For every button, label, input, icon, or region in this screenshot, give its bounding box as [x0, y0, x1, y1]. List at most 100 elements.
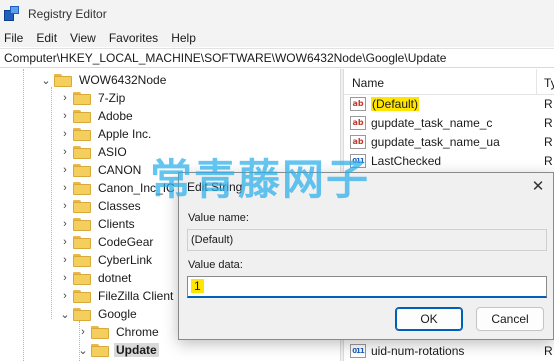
- value-name: gupdate_task_name_c: [371, 115, 493, 130]
- value-type: R: [544, 115, 553, 130]
- chevron-right-icon[interactable]: ›: [59, 143, 71, 161]
- folder-icon: [73, 217, 91, 231]
- value-name: uid-num-rotations: [371, 343, 465, 358]
- chevron-right-icon[interactable]: ›: [77, 323, 89, 341]
- folder-icon: [73, 235, 91, 249]
- value-name-field: (Default): [187, 229, 547, 251]
- edit-string-dialog: Edit String ✕ Value name: (Default) Valu…: [178, 172, 554, 340]
- close-icon[interactable]: ✕: [523, 173, 553, 199]
- tree-item-label: CodeGear: [98, 235, 154, 249]
- tree-item-label: Chrome: [116, 325, 159, 339]
- tree-item-canon-inc-ic[interactable]: › Canon_Inc_IC: [59, 179, 177, 197]
- folder-icon: [73, 271, 91, 285]
- tree-item-label: Adobe: [98, 109, 133, 123]
- folder-icon: [73, 199, 91, 213]
- menu-favorites[interactable]: Favorites: [109, 31, 158, 45]
- column-header-type[interactable]: Ty: [544, 76, 554, 90]
- chevron-right-icon[interactable]: ›: [59, 215, 71, 233]
- value-name: LastChecked: [371, 153, 442, 168]
- tree-item-label: Update: [114, 343, 159, 357]
- tree-item-filezilla[interactable]: › FileZilla Client: [59, 287, 175, 305]
- tree-item-dotnet[interactable]: › dotnet: [59, 269, 133, 287]
- tree-item-label: CyberLink: [98, 253, 153, 267]
- value-type: R: [544, 134, 553, 149]
- tree-item-cyberlink[interactable]: › CyberLink: [59, 251, 154, 269]
- chevron-right-icon[interactable]: ›: [59, 197, 71, 215]
- value-type: R: [544, 153, 553, 168]
- menu-view[interactable]: View: [70, 31, 96, 45]
- list-header: Name Ty: [344, 69, 554, 95]
- tree-item-apple[interactable]: › Apple Inc.: [59, 125, 153, 143]
- value-data-label: Value data:: [188, 259, 243, 271]
- address-bar[interactable]: Computer\HKEY_LOCAL_MACHINE\SOFTWARE\WOW…: [0, 48, 554, 68]
- window-title: Registry Editor: [28, 7, 107, 21]
- value-name-label: Value name:: [188, 212, 249, 224]
- string-value-icon: ab: [350, 134, 366, 149]
- chevron-right-icon[interactable]: ›: [59, 125, 71, 143]
- folder-icon: [91, 343, 109, 357]
- chevron-right-icon[interactable]: ›: [59, 107, 71, 125]
- tree-item-7zip[interactable]: › 7-Zip: [59, 89, 127, 107]
- tree-item-label: WOW6432Node: [79, 73, 167, 87]
- registry-editor-icon: [4, 6, 20, 22]
- chevron-right-icon[interactable]: ›: [59, 179, 71, 197]
- tree-item-label: Canon_Inc_IC: [98, 181, 175, 195]
- tree-item-adobe[interactable]: › Adobe: [59, 107, 135, 125]
- folder-icon: [73, 91, 91, 105]
- column-header-name[interactable]: Name: [352, 76, 384, 90]
- column-divider[interactable]: [536, 69, 537, 95]
- title-bar: Registry Editor: [0, 0, 554, 28]
- folder-icon: [73, 145, 91, 159]
- tree-item-chrome[interactable]: › Chrome: [77, 323, 161, 341]
- chevron-right-icon[interactable]: ›: [59, 287, 71, 305]
- tree-item-label: ASIO: [98, 145, 127, 159]
- value-row-lastchecked[interactable]: 011 LastChecked R: [344, 151, 554, 170]
- value-row-uid-num-rotations[interactable]: 011 uid-num-rotations R: [344, 341, 554, 360]
- tree-item-label: FileZilla Client: [98, 289, 174, 303]
- chevron-down-icon[interactable]: ⌄: [59, 305, 71, 323]
- folder-icon: [73, 109, 91, 123]
- chevron-right-icon[interactable]: ›: [59, 161, 71, 179]
- chevron-right-icon[interactable]: ›: [59, 251, 71, 269]
- folder-icon: [91, 325, 109, 339]
- ok-button[interactable]: OK: [395, 307, 463, 331]
- value-row-default[interactable]: ab (Default) R: [344, 94, 554, 113]
- value-row-gupdate-ua[interactable]: ab gupdate_task_name_ua R: [344, 132, 554, 151]
- value-data-input[interactable]: 1: [187, 276, 547, 298]
- binary-value-icon: 011: [350, 343, 366, 358]
- tree-item-google[interactable]: ⌄ Google: [59, 305, 139, 323]
- folder-icon: [54, 73, 72, 87]
- tree-item-asio[interactable]: › ASIO: [59, 143, 129, 161]
- tree-item-classes[interactable]: › Classes: [59, 197, 143, 215]
- cancel-button[interactable]: Cancel: [476, 307, 544, 331]
- chevron-down-icon[interactable]: ⌄: [40, 71, 52, 89]
- chevron-right-icon[interactable]: ›: [59, 233, 71, 251]
- menu-edit[interactable]: Edit: [36, 31, 57, 45]
- chevron-right-icon[interactable]: ›: [59, 269, 71, 287]
- tree-item-canon[interactable]: › CANON: [59, 161, 143, 179]
- menu-help[interactable]: Help: [171, 31, 196, 45]
- string-value-icon: ab: [350, 96, 366, 111]
- folder-icon: [73, 289, 91, 303]
- string-value-icon: ab: [350, 115, 366, 130]
- tree-item-update[interactable]: ⌄ Update: [77, 341, 159, 359]
- value-row-gupdate-c[interactable]: ab gupdate_task_name_c R: [344, 113, 554, 132]
- value-type: R: [544, 96, 553, 111]
- value-type: R: [544, 343, 553, 358]
- tree-item-codegear[interactable]: › CodeGear: [59, 233, 155, 251]
- tree-item-wow6432node[interactable]: ⌄ WOW6432Node: [40, 71, 168, 89]
- folder-icon: [73, 127, 91, 141]
- chevron-right-icon[interactable]: ›: [59, 89, 71, 107]
- value-name: gupdate_task_name_ua: [371, 134, 500, 149]
- menu-bar: File Edit View Favorites Help: [0, 28, 554, 47]
- tree-item-label: 7-Zip: [98, 91, 126, 105]
- tree-item-label: Classes: [98, 199, 141, 213]
- tree-item-label: Apple Inc.: [98, 127, 152, 141]
- folder-icon: [73, 163, 91, 177]
- menu-file[interactable]: File: [4, 31, 23, 45]
- tree-item-label: Google: [98, 307, 137, 321]
- folder-icon: [73, 307, 91, 321]
- tree-item-label: dotnet: [98, 271, 132, 285]
- chevron-down-icon[interactable]: ⌄: [77, 341, 89, 359]
- tree-item-clients[interactable]: › Clients: [59, 215, 137, 233]
